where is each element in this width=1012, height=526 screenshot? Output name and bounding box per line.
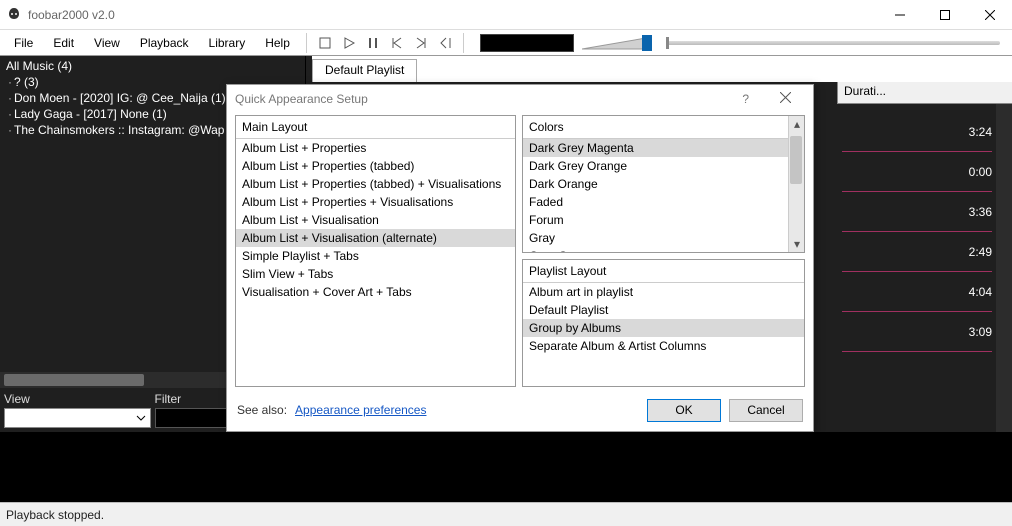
status-text: Playback stopped. [6, 508, 104, 522]
next-button[interactable] [411, 33, 431, 53]
dialog-close-button[interactable] [765, 92, 805, 106]
list-item[interactable]: Faded [523, 193, 788, 211]
dialog-help-button[interactable]: ? [742, 92, 749, 106]
list-item[interactable]: Album List + Properties (tabbed) + Visua… [236, 175, 515, 193]
volume-thumb[interactable] [642, 35, 652, 51]
playlist-layout-header: Playlist Layout [523, 260, 804, 283]
playlist-vertical-scrollbar[interactable] [996, 104, 1012, 432]
duration-cell[interactable]: 4:04 [842, 272, 992, 312]
chevron-down-icon [136, 413, 146, 423]
pause-button[interactable] [363, 33, 383, 53]
status-bar: Playback stopped. [0, 502, 1012, 526]
menu-bar: File Edit View Playback Library Help [0, 30, 1012, 56]
view-select[interactable]: by artist/album [4, 408, 151, 428]
menu-view[interactable]: View [86, 33, 128, 53]
toolbar-divider [306, 33, 307, 53]
list-item[interactable]: Gray Orange [523, 247, 788, 253]
main-layout-list[interactable]: Album List + PropertiesAlbum List + Prop… [236, 139, 515, 301]
seek-position-display [480, 34, 574, 52]
column-header-duration[interactable]: Durati... [837, 82, 1012, 104]
list-item[interactable]: Album List + Properties [236, 139, 515, 157]
list-item[interactable]: Dark Grey Magenta [523, 139, 788, 157]
list-item[interactable]: Album List + Visualisation (alternate) [236, 229, 515, 247]
volume-slider[interactable] [582, 35, 652, 51]
menu-edit[interactable]: Edit [45, 33, 82, 53]
view-label: View [4, 390, 151, 408]
colors-scrollbar[interactable]: ▴ ▾ [788, 116, 804, 252]
progress-bar[interactable] [666, 38, 1000, 48]
menu-library[interactable]: Library [201, 33, 254, 53]
playlist-tabs: Default Playlist [306, 56, 1012, 82]
window-close-button[interactable] [967, 0, 1012, 30]
progress-thumb[interactable] [666, 37, 669, 49]
list-item[interactable]: Simple Playlist + Tabs [236, 247, 515, 265]
appearance-preferences-link[interactable]: Appearance preferences [295, 403, 426, 417]
dialog-title: Quick Appearance Setup [235, 92, 368, 106]
cancel-button[interactable]: Cancel [729, 399, 803, 422]
list-item[interactable]: Separate Album & Artist Columns [523, 337, 804, 355]
list-item[interactable]: Group by Albums [523, 319, 804, 337]
menu-file[interactable]: File [6, 33, 41, 53]
colors-header: Colors [523, 116, 788, 139]
main-layout-header: Main Layout [236, 116, 515, 139]
visualizer-strip [0, 432, 1012, 502]
duration-cell[interactable]: 2:49 [842, 232, 992, 272]
window-title: foobar2000 v2.0 [28, 8, 115, 22]
list-item[interactable]: Gray [523, 229, 788, 247]
view-select-value: by artist/album [9, 411, 87, 425]
window-maximize-button[interactable] [922, 0, 967, 30]
list-item[interactable]: Default Playlist [523, 301, 804, 319]
chevron-up-icon[interactable]: ▴ [789, 116, 805, 132]
list-item[interactable]: Album List + Visualisation [236, 211, 515, 229]
ok-button[interactable]: OK [647, 399, 721, 422]
list-item[interactable]: Dark Grey Orange [523, 157, 788, 175]
duration-column: 3:24 0:00 3:36 2:49 4:04 3:09 [842, 112, 992, 352]
app-icon [6, 7, 22, 23]
menu-playback[interactable]: Playback [132, 33, 197, 53]
colors-list[interactable]: Dark Grey MagentaDark Grey OrangeDark Or… [523, 139, 788, 253]
stop-button[interactable] [315, 33, 335, 53]
random-button[interactable] [435, 33, 455, 53]
window-titlebar: foobar2000 v2.0 [0, 0, 1012, 30]
duration-cell[interactable]: 0:00 [842, 152, 992, 192]
list-item[interactable]: Album List + Properties + Visualisations [236, 193, 515, 211]
list-item[interactable]: Forum [523, 211, 788, 229]
chevron-down-icon[interactable]: ▾ [789, 236, 805, 252]
list-item[interactable]: Visualisation + Cover Art + Tabs [236, 283, 515, 301]
playlist-layout-list[interactable]: Album art in playlistDefault PlaylistGro… [523, 283, 804, 355]
window-minimize-button[interactable] [877, 0, 922, 30]
see-also-label: See also: [237, 403, 287, 417]
dialog-footer: See also: Appearance preferences OK Canc… [227, 389, 813, 431]
prev-button[interactable] [387, 33, 407, 53]
play-button[interactable] [339, 33, 359, 53]
duration-cell[interactable]: 3:36 [842, 192, 992, 232]
quick-appearance-dialog: Quick Appearance Setup ? Main Layout Alb… [226, 84, 814, 432]
duration-cell[interactable]: 3:24 [842, 112, 992, 152]
list-item[interactable]: Album List + Properties (tabbed) [236, 157, 515, 175]
menu-help[interactable]: Help [257, 33, 298, 53]
duration-cell[interactable]: 3:09 [842, 312, 992, 352]
dialog-titlebar: Quick Appearance Setup ? [227, 85, 813, 113]
list-item[interactable]: Album art in playlist [523, 283, 804, 301]
list-item[interactable]: Dark Orange [523, 175, 788, 193]
tab-default-playlist[interactable]: Default Playlist [312, 59, 417, 82]
tree-root[interactable]: All Music (4) [6, 58, 299, 74]
list-item[interactable]: Slim View + Tabs [236, 265, 515, 283]
toolbar-divider-2 [463, 33, 464, 53]
